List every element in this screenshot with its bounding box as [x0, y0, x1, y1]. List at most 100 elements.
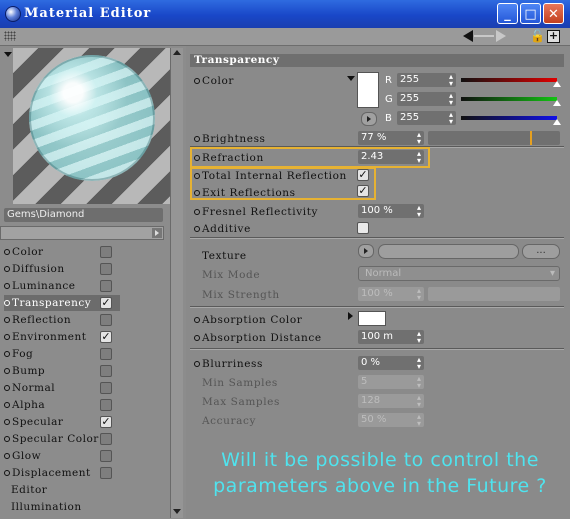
channel-dot-icon [4, 419, 10, 425]
animate-dot-icon[interactable] [194, 136, 200, 142]
channel-label: Color [12, 246, 44, 258]
channel-dot-icon [4, 402, 10, 408]
mix-mode-dropdown[interactable]: Normal [358, 266, 560, 281]
fresnel-label: Fresnel Reflectivity [194, 206, 318, 218]
texture-menu-button[interactable] [358, 244, 374, 258]
channel-dot-icon [4, 368, 10, 374]
brightness-slider[interactable] [428, 131, 560, 145]
max-samples-label: Max Samples [202, 396, 280, 408]
channel-checkbox[interactable] [100, 467, 112, 479]
b-slider[interactable] [461, 116, 557, 120]
color-swatch[interactable] [357, 72, 379, 108]
b-slider-handle-icon[interactable] [553, 119, 561, 125]
channel-checkbox[interactable]: ✓ [100, 297, 112, 309]
g-field[interactable]: 255 [397, 92, 456, 106]
animate-dot-icon[interactable] [194, 226, 200, 232]
close-button[interactable]: ✕ [543, 3, 564, 24]
g-slider[interactable] [461, 97, 557, 101]
vertical-scrollbar[interactable] [170, 48, 183, 518]
animate-dot-icon[interactable] [194, 361, 200, 367]
absorption-color-swatch[interactable] [358, 311, 386, 326]
r-slider[interactable] [461, 78, 557, 82]
channel-checkbox[interactable] [100, 399, 112, 411]
animate-dot-icon[interactable] [194, 317, 200, 323]
additive-checkbox[interactable] [357, 222, 369, 234]
scroll-down-icon[interactable] [173, 509, 181, 514]
absorption-distance-label: Absorption Distance [194, 332, 322, 344]
g-label: G [385, 94, 393, 105]
channel-label: Alpha [12, 399, 46, 411]
channel-checkbox[interactable] [100, 382, 112, 394]
grip-icon[interactable] [4, 31, 16, 41]
channel-dot-icon [4, 334, 10, 340]
separator [190, 348, 564, 350]
material-name-field[interactable]: Gems\Diamond [4, 208, 163, 222]
channel-checkbox[interactable] [100, 314, 112, 326]
title-bar[interactable]: Material Editor _ □ ✕ [0, 0, 570, 28]
channel-checkbox[interactable] [100, 365, 112, 377]
channel-checkbox[interactable] [100, 450, 112, 462]
r-field[interactable]: 255 [397, 73, 456, 87]
absorption-distance-field[interactable]: 100 m [358, 330, 424, 344]
back-arrow-icon[interactable] [463, 30, 473, 42]
brightness-slider-handle[interactable] [530, 131, 532, 145]
preview-sphere [29, 55, 155, 181]
channel-checkbox[interactable]: ✓ [100, 331, 112, 343]
additive-label: Additive [194, 223, 251, 235]
min-samples-field[interactable]: 5 [358, 375, 424, 389]
channel-label: Specular Color [12, 433, 99, 445]
minimize-button[interactable]: _ [497, 3, 518, 24]
separator [190, 306, 564, 308]
channel-checkbox[interactable] [100, 263, 112, 275]
texture-browse-button[interactable]: ... [522, 244, 560, 259]
max-samples-field[interactable]: 128 [358, 394, 424, 408]
scroll-up-icon[interactable] [173, 50, 181, 55]
channel-dot-icon [4, 453, 10, 459]
fresnel-field[interactable]: 100 % [358, 204, 424, 218]
blurriness-field[interactable]: 0 % [358, 356, 424, 370]
animate-dot-icon[interactable] [194, 209, 200, 215]
color-menu-arrow-icon[interactable] [347, 76, 355, 81]
channel-dot-icon [4, 266, 10, 272]
channel-item[interactable]: Editor [4, 482, 127, 498]
channel-label: Specular [12, 416, 64, 428]
blurriness-label: Blurriness [194, 358, 263, 370]
channel-checkbox[interactable] [100, 280, 112, 292]
horizontal-scrollbar[interactable] [0, 226, 164, 240]
channel-label: Fog [12, 348, 34, 360]
accuracy-label: Accuracy [202, 415, 256, 427]
channel-dot-icon [4, 436, 10, 442]
b-field[interactable]: 255 [397, 111, 456, 125]
channel-item[interactable]: Illumination [4, 499, 127, 515]
window-title: Material Editor [24, 6, 152, 21]
channel-checkbox[interactable]: ✓ [100, 416, 112, 428]
material-preview[interactable] [13, 48, 171, 204]
color-picker-button[interactable] [361, 112, 377, 126]
channel-label: Normal [12, 382, 56, 394]
channel-label: Reflection [12, 314, 72, 326]
channel-label: Luminance [12, 280, 76, 292]
maximize-button[interactable]: □ [520, 3, 541, 24]
r-label: R [385, 75, 392, 86]
min-samples-label: Min Samples [202, 377, 278, 389]
highlight-box-refraction [190, 147, 430, 168]
scroll-right-icon[interactable] [152, 228, 162, 238]
animate-dot-icon[interactable] [194, 335, 200, 341]
forward-arrow-icon[interactable] [496, 30, 506, 42]
channel-checkbox[interactable] [100, 433, 112, 445]
accuracy-field[interactable]: 50 % [358, 413, 424, 427]
mix-strength-field[interactable]: 100 % [358, 287, 424, 301]
brightness-field[interactable]: 77 % [358, 131, 424, 145]
new-window-icon[interactable]: + [547, 30, 560, 43]
lock-icon[interactable]: 🔓 [530, 29, 545, 43]
absorption-color-menu-arrow-icon[interactable] [348, 312, 353, 320]
mix-strength-slider[interactable] [428, 287, 560, 301]
texture-slot[interactable] [378, 244, 519, 259]
animate-dot-icon[interactable] [194, 78, 200, 84]
r-slider-handle-icon[interactable] [553, 81, 561, 87]
channel-checkbox[interactable] [100, 246, 112, 258]
g-slider-handle-icon[interactable] [553, 100, 561, 106]
material-editor-window: Material Editor _ □ ✕ 🔓 + Gems\Diamond C… [0, 0, 570, 519]
channel-checkbox[interactable] [100, 348, 112, 360]
preview-menu-icon[interactable] [4, 52, 12, 57]
